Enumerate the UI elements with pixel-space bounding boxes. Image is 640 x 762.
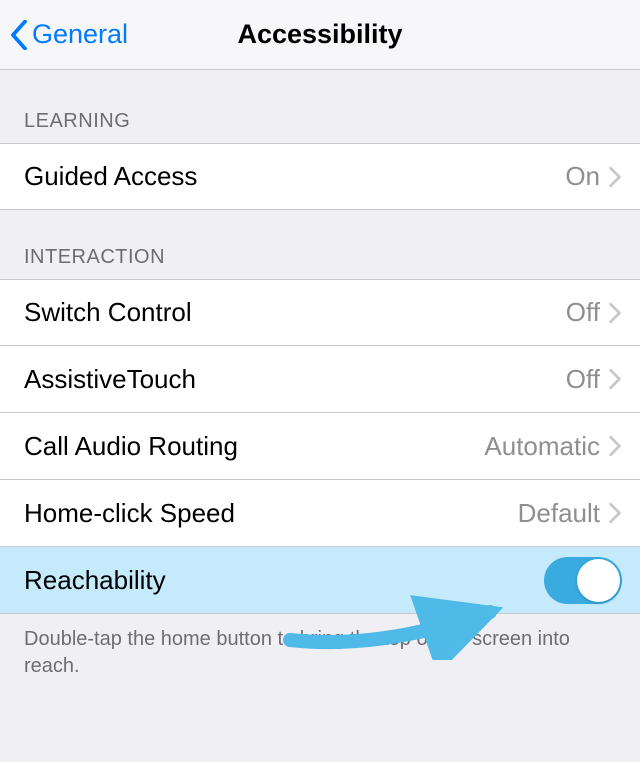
row-guided-access[interactable]: Guided Access On — [0, 143, 640, 210]
row-label: AssistiveTouch — [24, 364, 566, 395]
chevron-right-icon — [608, 302, 622, 324]
row-assistivetouch[interactable]: AssistiveTouch Off — [0, 346, 640, 413]
row-value: On — [565, 161, 600, 192]
chevron-right-icon — [608, 435, 622, 457]
row-label: Guided Access — [24, 161, 565, 192]
back-button[interactable]: General — [0, 19, 128, 50]
reachability-toggle[interactable] — [544, 557, 622, 604]
chevron-right-icon — [608, 368, 622, 390]
section-header-learning: LEARNING — [0, 70, 640, 143]
row-home-click-speed[interactable]: Home-click Speed Default — [0, 480, 640, 547]
section-footer: Double-tap the home button to bring the … — [0, 614, 640, 692]
row-label: Call Audio Routing — [24, 431, 484, 462]
row-label: Reachability — [24, 565, 544, 596]
row-label: Home-click Speed — [24, 498, 518, 529]
row-value: Automatic — [484, 431, 600, 462]
row-value: Off — [566, 297, 600, 328]
row-reachability[interactable]: Reachability — [0, 547, 640, 614]
row-value: Off — [566, 364, 600, 395]
row-call-audio-routing[interactable]: Call Audio Routing Automatic — [0, 413, 640, 480]
toggle-knob — [577, 559, 620, 602]
row-value: Default — [518, 498, 600, 529]
nav-header: General Accessibility — [0, 0, 640, 70]
chevron-left-icon — [10, 20, 28, 50]
row-switch-control[interactable]: Switch Control Off — [0, 279, 640, 346]
back-label: General — [32, 19, 128, 50]
row-label: Switch Control — [24, 297, 566, 328]
chevron-right-icon — [608, 166, 622, 188]
section-header-interaction: INTERACTION — [0, 210, 640, 279]
chevron-right-icon — [608, 502, 622, 524]
